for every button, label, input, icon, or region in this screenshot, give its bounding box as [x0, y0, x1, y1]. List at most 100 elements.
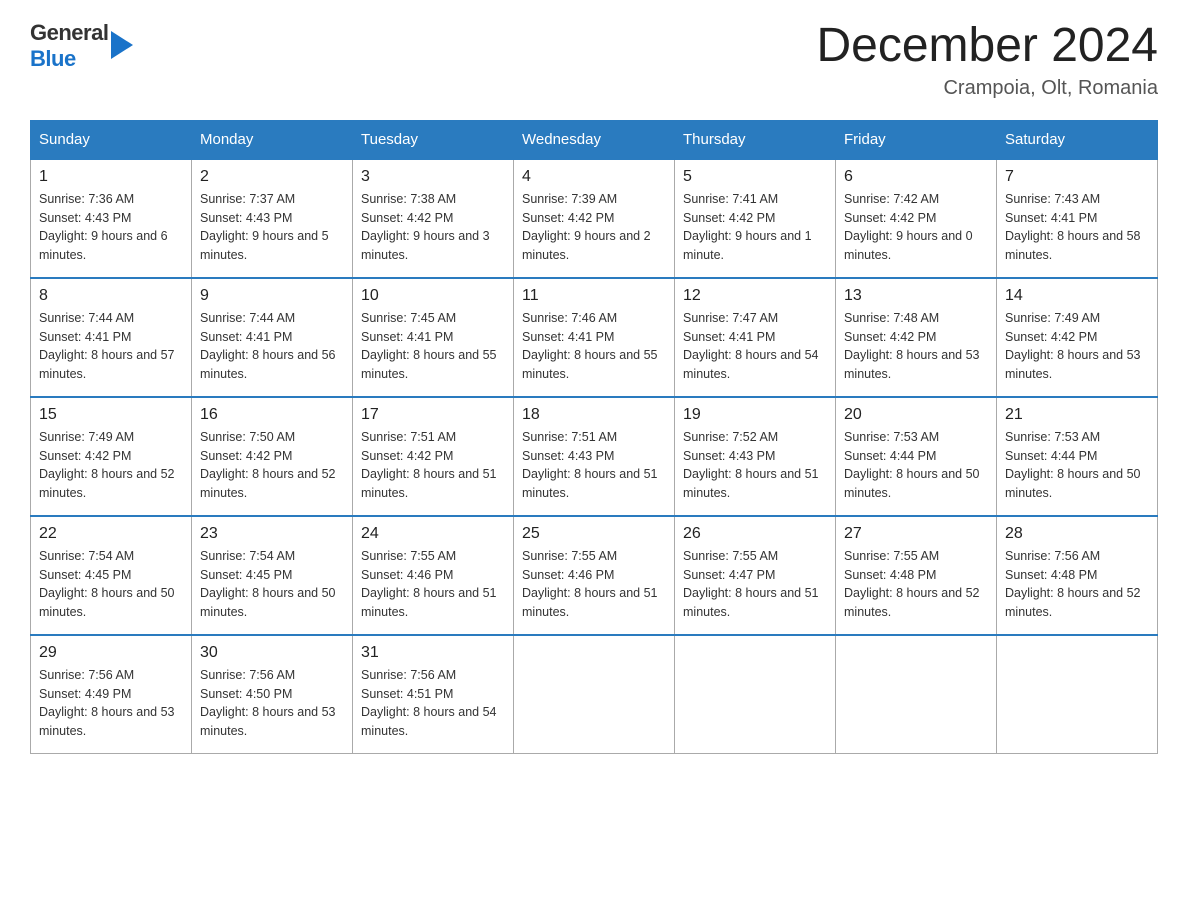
day-info: Sunrise: 7:53 AM Sunset: 4:44 PM Dayligh… [844, 428, 988, 503]
day-info: Sunrise: 7:51 AM Sunset: 4:43 PM Dayligh… [522, 428, 666, 503]
calendar-cell [675, 635, 836, 754]
calendar-week-3: 15 Sunrise: 7:49 AM Sunset: 4:42 PM Dayl… [31, 397, 1158, 516]
day-info: Sunrise: 7:49 AM Sunset: 4:42 PM Dayligh… [39, 428, 183, 503]
day-number: 19 [683, 406, 827, 424]
title-block: December 2024 Crampoia, Olt, Romania [816, 20, 1158, 100]
calendar-cell: 17 Sunrise: 7:51 AM Sunset: 4:42 PM Dayl… [353, 397, 514, 516]
calendar-cell [836, 635, 997, 754]
day-number: 18 [522, 406, 666, 424]
calendar-cell: 20 Sunrise: 7:53 AM Sunset: 4:44 PM Dayl… [836, 397, 997, 516]
day-number: 21 [1005, 406, 1149, 424]
calendar-cell: 23 Sunrise: 7:54 AM Sunset: 4:45 PM Dayl… [192, 516, 353, 635]
day-info: Sunrise: 7:55 AM Sunset: 4:46 PM Dayligh… [361, 547, 505, 622]
day-number: 9 [200, 287, 344, 305]
col-friday: Friday [836, 120, 997, 159]
day-info: Sunrise: 7:37 AM Sunset: 4:43 PM Dayligh… [200, 190, 344, 265]
logo: General Blue [30, 20, 133, 72]
calendar-cell: 16 Sunrise: 7:50 AM Sunset: 4:42 PM Dayl… [192, 397, 353, 516]
calendar-cell: 30 Sunrise: 7:56 AM Sunset: 4:50 PM Dayl… [192, 635, 353, 754]
calendar-cell: 9 Sunrise: 7:44 AM Sunset: 4:41 PM Dayli… [192, 278, 353, 397]
calendar-table: Sunday Monday Tuesday Wednesday Thursday… [30, 120, 1158, 754]
calendar-cell: 2 Sunrise: 7:37 AM Sunset: 4:43 PM Dayli… [192, 159, 353, 278]
calendar-header: Sunday Monday Tuesday Wednesday Thursday… [31, 120, 1158, 159]
calendar-cell: 15 Sunrise: 7:49 AM Sunset: 4:42 PM Dayl… [31, 397, 192, 516]
logo-blue: Blue [30, 46, 108, 72]
calendar-cell: 8 Sunrise: 7:44 AM Sunset: 4:41 PM Dayli… [31, 278, 192, 397]
calendar-cell: 11 Sunrise: 7:46 AM Sunset: 4:41 PM Dayl… [514, 278, 675, 397]
calendar-cell: 22 Sunrise: 7:54 AM Sunset: 4:45 PM Dayl… [31, 516, 192, 635]
day-info: Sunrise: 7:45 AM Sunset: 4:41 PM Dayligh… [361, 309, 505, 384]
calendar-cell: 18 Sunrise: 7:51 AM Sunset: 4:43 PM Dayl… [514, 397, 675, 516]
calendar-cell: 31 Sunrise: 7:56 AM Sunset: 4:51 PM Dayl… [353, 635, 514, 754]
day-number: 22 [39, 525, 183, 543]
calendar-week-2: 8 Sunrise: 7:44 AM Sunset: 4:41 PM Dayli… [31, 278, 1158, 397]
day-number: 29 [39, 644, 183, 662]
day-info: Sunrise: 7:55 AM Sunset: 4:46 PM Dayligh… [522, 547, 666, 622]
day-info: Sunrise: 7:48 AM Sunset: 4:42 PM Dayligh… [844, 309, 988, 384]
header-row: Sunday Monday Tuesday Wednesday Thursday… [31, 120, 1158, 159]
day-info: Sunrise: 7:43 AM Sunset: 4:41 PM Dayligh… [1005, 190, 1149, 265]
day-info: Sunrise: 7:46 AM Sunset: 4:41 PM Dayligh… [522, 309, 666, 384]
day-number: 4 [522, 168, 666, 186]
day-number: 14 [1005, 287, 1149, 305]
calendar-cell: 12 Sunrise: 7:47 AM Sunset: 4:41 PM Dayl… [675, 278, 836, 397]
day-info: Sunrise: 7:51 AM Sunset: 4:42 PM Dayligh… [361, 428, 505, 503]
day-info: Sunrise: 7:49 AM Sunset: 4:42 PM Dayligh… [1005, 309, 1149, 384]
day-number: 3 [361, 168, 505, 186]
calendar-cell: 5 Sunrise: 7:41 AM Sunset: 4:42 PM Dayli… [675, 159, 836, 278]
calendar-cell: 27 Sunrise: 7:55 AM Sunset: 4:48 PM Dayl… [836, 516, 997, 635]
day-number: 15 [39, 406, 183, 424]
day-number: 24 [361, 525, 505, 543]
page-header: General Blue December 2024 Crampoia, Olt… [30, 20, 1158, 100]
day-number: 11 [522, 287, 666, 305]
day-number: 2 [200, 168, 344, 186]
calendar-cell: 13 Sunrise: 7:48 AM Sunset: 4:42 PM Dayl… [836, 278, 997, 397]
logo-text: General Blue [30, 20, 108, 72]
calendar-cell: 25 Sunrise: 7:55 AM Sunset: 4:46 PM Dayl… [514, 516, 675, 635]
day-info: Sunrise: 7:56 AM Sunset: 4:50 PM Dayligh… [200, 666, 344, 741]
logo-triangle-icon [111, 31, 133, 64]
calendar-cell: 10 Sunrise: 7:45 AM Sunset: 4:41 PM Dayl… [353, 278, 514, 397]
day-number: 17 [361, 406, 505, 424]
day-info: Sunrise: 7:38 AM Sunset: 4:42 PM Dayligh… [361, 190, 505, 265]
calendar-cell: 24 Sunrise: 7:55 AM Sunset: 4:46 PM Dayl… [353, 516, 514, 635]
day-number: 7 [1005, 168, 1149, 186]
col-thursday: Thursday [675, 120, 836, 159]
day-info: Sunrise: 7:54 AM Sunset: 4:45 PM Dayligh… [39, 547, 183, 622]
day-number: 6 [844, 168, 988, 186]
calendar-cell: 7 Sunrise: 7:43 AM Sunset: 4:41 PM Dayli… [997, 159, 1158, 278]
col-sunday: Sunday [31, 120, 192, 159]
calendar-cell: 28 Sunrise: 7:56 AM Sunset: 4:48 PM Dayl… [997, 516, 1158, 635]
day-info: Sunrise: 7:47 AM Sunset: 4:41 PM Dayligh… [683, 309, 827, 384]
calendar-cell: 29 Sunrise: 7:56 AM Sunset: 4:49 PM Dayl… [31, 635, 192, 754]
day-info: Sunrise: 7:50 AM Sunset: 4:42 PM Dayligh… [200, 428, 344, 503]
calendar-cell: 19 Sunrise: 7:52 AM Sunset: 4:43 PM Dayl… [675, 397, 836, 516]
day-info: Sunrise: 7:56 AM Sunset: 4:49 PM Dayligh… [39, 666, 183, 741]
day-number: 30 [200, 644, 344, 662]
calendar-week-4: 22 Sunrise: 7:54 AM Sunset: 4:45 PM Dayl… [31, 516, 1158, 635]
col-monday: Monday [192, 120, 353, 159]
day-info: Sunrise: 7:42 AM Sunset: 4:42 PM Dayligh… [844, 190, 988, 265]
day-number: 27 [844, 525, 988, 543]
calendar-cell: 26 Sunrise: 7:55 AM Sunset: 4:47 PM Dayl… [675, 516, 836, 635]
day-number: 25 [522, 525, 666, 543]
day-number: 28 [1005, 525, 1149, 543]
col-saturday: Saturday [997, 120, 1158, 159]
col-tuesday: Tuesday [353, 120, 514, 159]
location-subtitle: Crampoia, Olt, Romania [816, 77, 1158, 100]
day-number: 31 [361, 644, 505, 662]
logo-general: General [30, 20, 108, 46]
day-number: 20 [844, 406, 988, 424]
day-number: 10 [361, 287, 505, 305]
calendar-cell: 1 Sunrise: 7:36 AM Sunset: 4:43 PM Dayli… [31, 159, 192, 278]
day-info: Sunrise: 7:56 AM Sunset: 4:48 PM Dayligh… [1005, 547, 1149, 622]
calendar-cell: 14 Sunrise: 7:49 AM Sunset: 4:42 PM Dayl… [997, 278, 1158, 397]
day-info: Sunrise: 7:55 AM Sunset: 4:47 PM Dayligh… [683, 547, 827, 622]
day-number: 26 [683, 525, 827, 543]
day-number: 23 [200, 525, 344, 543]
calendar-cell [514, 635, 675, 754]
day-info: Sunrise: 7:56 AM Sunset: 4:51 PM Dayligh… [361, 666, 505, 741]
day-info: Sunrise: 7:55 AM Sunset: 4:48 PM Dayligh… [844, 547, 988, 622]
month-year-title: December 2024 [816, 20, 1158, 73]
day-info: Sunrise: 7:53 AM Sunset: 4:44 PM Dayligh… [1005, 428, 1149, 503]
